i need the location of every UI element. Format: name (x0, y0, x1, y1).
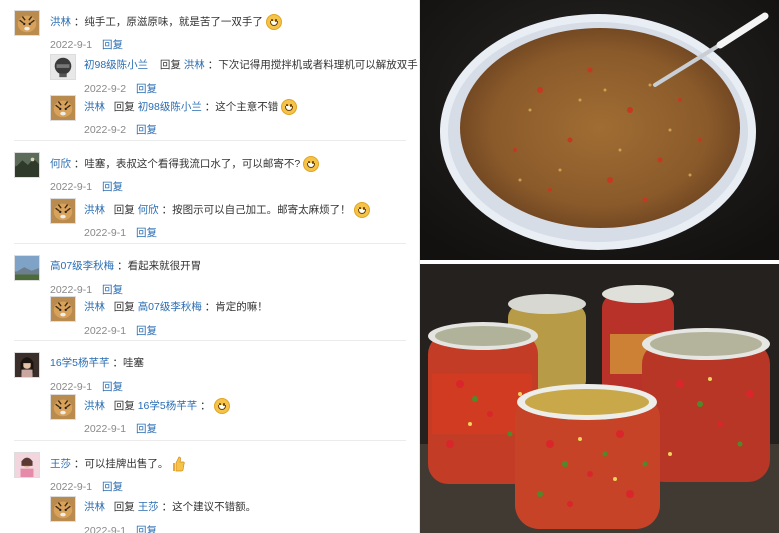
reply-link[interactable]: 回复 (136, 423, 157, 435)
comment-author[interactable]: 16学5杨芊芊 (50, 357, 110, 369)
reply-date: 2022-9-1 (84, 423, 127, 435)
avatar-tiger[interactable] (50, 198, 76, 224)
avatar-motorcycle[interactable] (50, 54, 76, 80)
comment-date: 2022-9-1 (50, 481, 93, 493)
avatar-tiger[interactable] (50, 296, 76, 322)
thumbs-up-icon (173, 456, 186, 472)
comment-date: 2022-9-1 (50, 181, 93, 193)
reply-link[interactable]: 回复 (136, 525, 157, 533)
comment-author[interactable]: 王莎 (50, 458, 71, 470)
comment-author[interactable]: 何欣 (50, 158, 71, 170)
smile-emoji-icon (213, 398, 230, 414)
reply-target[interactable]: 高07级李秋梅 (138, 301, 202, 313)
comment-author[interactable]: 洪林 (50, 16, 71, 28)
avatar-pink[interactable] (14, 452, 40, 478)
reply-link[interactable]: 回复 (102, 481, 123, 493)
reply-text: ：这个主意不错 (204, 100, 279, 113)
comment-text: ：纯手工，原滋原味，就是苦了一双手了 (73, 15, 263, 28)
shy-emoji-icon (353, 202, 370, 218)
comment-date: 2022-9-1 (50, 381, 93, 393)
divider (14, 440, 406, 441)
avatar-portrait[interactable] (14, 352, 40, 378)
avatar-tiger[interactable] (50, 496, 76, 522)
reply-link[interactable]: 回复 (136, 83, 157, 95)
comment-date: 2022-9-1 (50, 284, 93, 296)
reply-target[interactable]: 何欣 (138, 204, 159, 216)
reply-link[interactable]: 回复 (136, 325, 157, 337)
reply-date: 2022-9-2 (84, 124, 127, 136)
grin-emoji-icon (303, 156, 320, 172)
divider (14, 243, 406, 244)
comment-panel: 洪林 ：纯手工，原滋原味，就是苦了一双手了 2022-9-1 回复 初98级陈小兰… (0, 0, 420, 533)
reply-author[interactable]: 洪林 (84, 501, 105, 513)
reply-author[interactable]: 洪林 (84, 400, 105, 412)
reply-link[interactable]: 回复 (136, 124, 157, 136)
grin-emoji-icon (265, 14, 282, 30)
reply-author[interactable]: 洪林 (84, 101, 105, 113)
comment-date: 2022-9-1 (50, 39, 93, 51)
reply-date: 2022-9-1 (84, 525, 127, 533)
reply-target[interactable]: 王莎 (138, 501, 159, 513)
photo-chili-jars[interactable] (420, 264, 779, 533)
comment-text: ：可以挂牌出售了。 (73, 457, 169, 470)
reply-author[interactable]: 洪林 (84, 204, 105, 216)
reply-word: 回复 (113, 100, 135, 113)
avatar-sky[interactable] (14, 255, 40, 281)
reply-target[interactable]: 16学5杨芊芊 (138, 400, 198, 412)
avatar-tiger[interactable] (50, 95, 76, 121)
reply-word: 回复 (113, 399, 135, 412)
reply-word: 回复 (113, 501, 135, 513)
reply-word: 回复 (113, 203, 135, 216)
divider (14, 340, 406, 341)
avatar-landscape[interactable] (14, 152, 40, 178)
smile-emoji-icon (281, 99, 298, 115)
photo-chili-paste-bowl[interactable] (420, 0, 779, 260)
reply-target[interactable]: 初98级陈小兰 (138, 101, 202, 113)
reply-word: 回复 (159, 59, 181, 71)
reply-target[interactable]: 洪林 (184, 59, 205, 71)
comment-text: ：哇塞 (112, 357, 144, 369)
reply-author[interactable]: 初98级陈小兰 (84, 59, 148, 71)
reply-text: ：肯定的嘛！ (204, 301, 268, 313)
avatar-tiger[interactable] (14, 10, 40, 36)
reply-link[interactable]: 回复 (102, 284, 123, 296)
comment-text: ：看起来就很开胃 (117, 260, 202, 272)
comment-text: ：哇塞，表叔这个看得我流口水了，可以邮寄不? (73, 157, 301, 170)
divider (14, 140, 406, 141)
reply-link[interactable]: 回复 (102, 381, 123, 393)
reply-date: 2022-9-2 (84, 83, 127, 95)
reply-date: 2022-9-1 (84, 325, 127, 337)
reply-date: 2022-9-1 (84, 227, 127, 239)
avatar-tiger[interactable] (50, 394, 76, 420)
reply-text: ：下次记得用搅拌机或者料理机可以解放双手 (207, 59, 418, 71)
reply-author[interactable]: 洪林 (84, 301, 105, 313)
reply-text: ：这个建议不错额。 (161, 501, 257, 513)
reply-text: ： (200, 399, 211, 412)
comment-author[interactable]: 高07级李秋梅 (50, 260, 114, 272)
reply-text: ：按图示可以自己加工。邮寄太麻烦了！ (161, 203, 351, 216)
reply-word: 回复 (113, 301, 135, 313)
reply-link[interactable]: 回复 (102, 39, 123, 51)
photo-gallery (420, 0, 779, 533)
reply-link[interactable]: 回复 (102, 181, 123, 193)
reply-link[interactable]: 回复 (136, 227, 157, 239)
